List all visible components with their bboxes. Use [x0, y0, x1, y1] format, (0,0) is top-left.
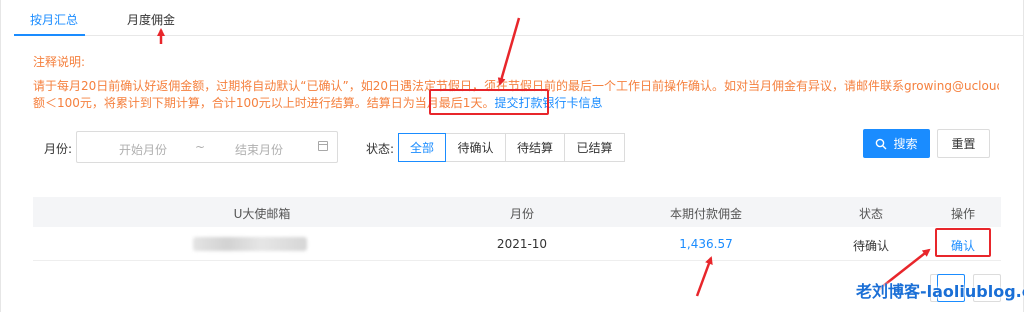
annotation-arrows [157, 17, 931, 297]
watermark-text: 老刘博客-laoliublog.cn [856, 282, 1024, 301]
arrow-to-bank-link [497, 17, 521, 86]
arrow-to-amount [695, 256, 713, 297]
